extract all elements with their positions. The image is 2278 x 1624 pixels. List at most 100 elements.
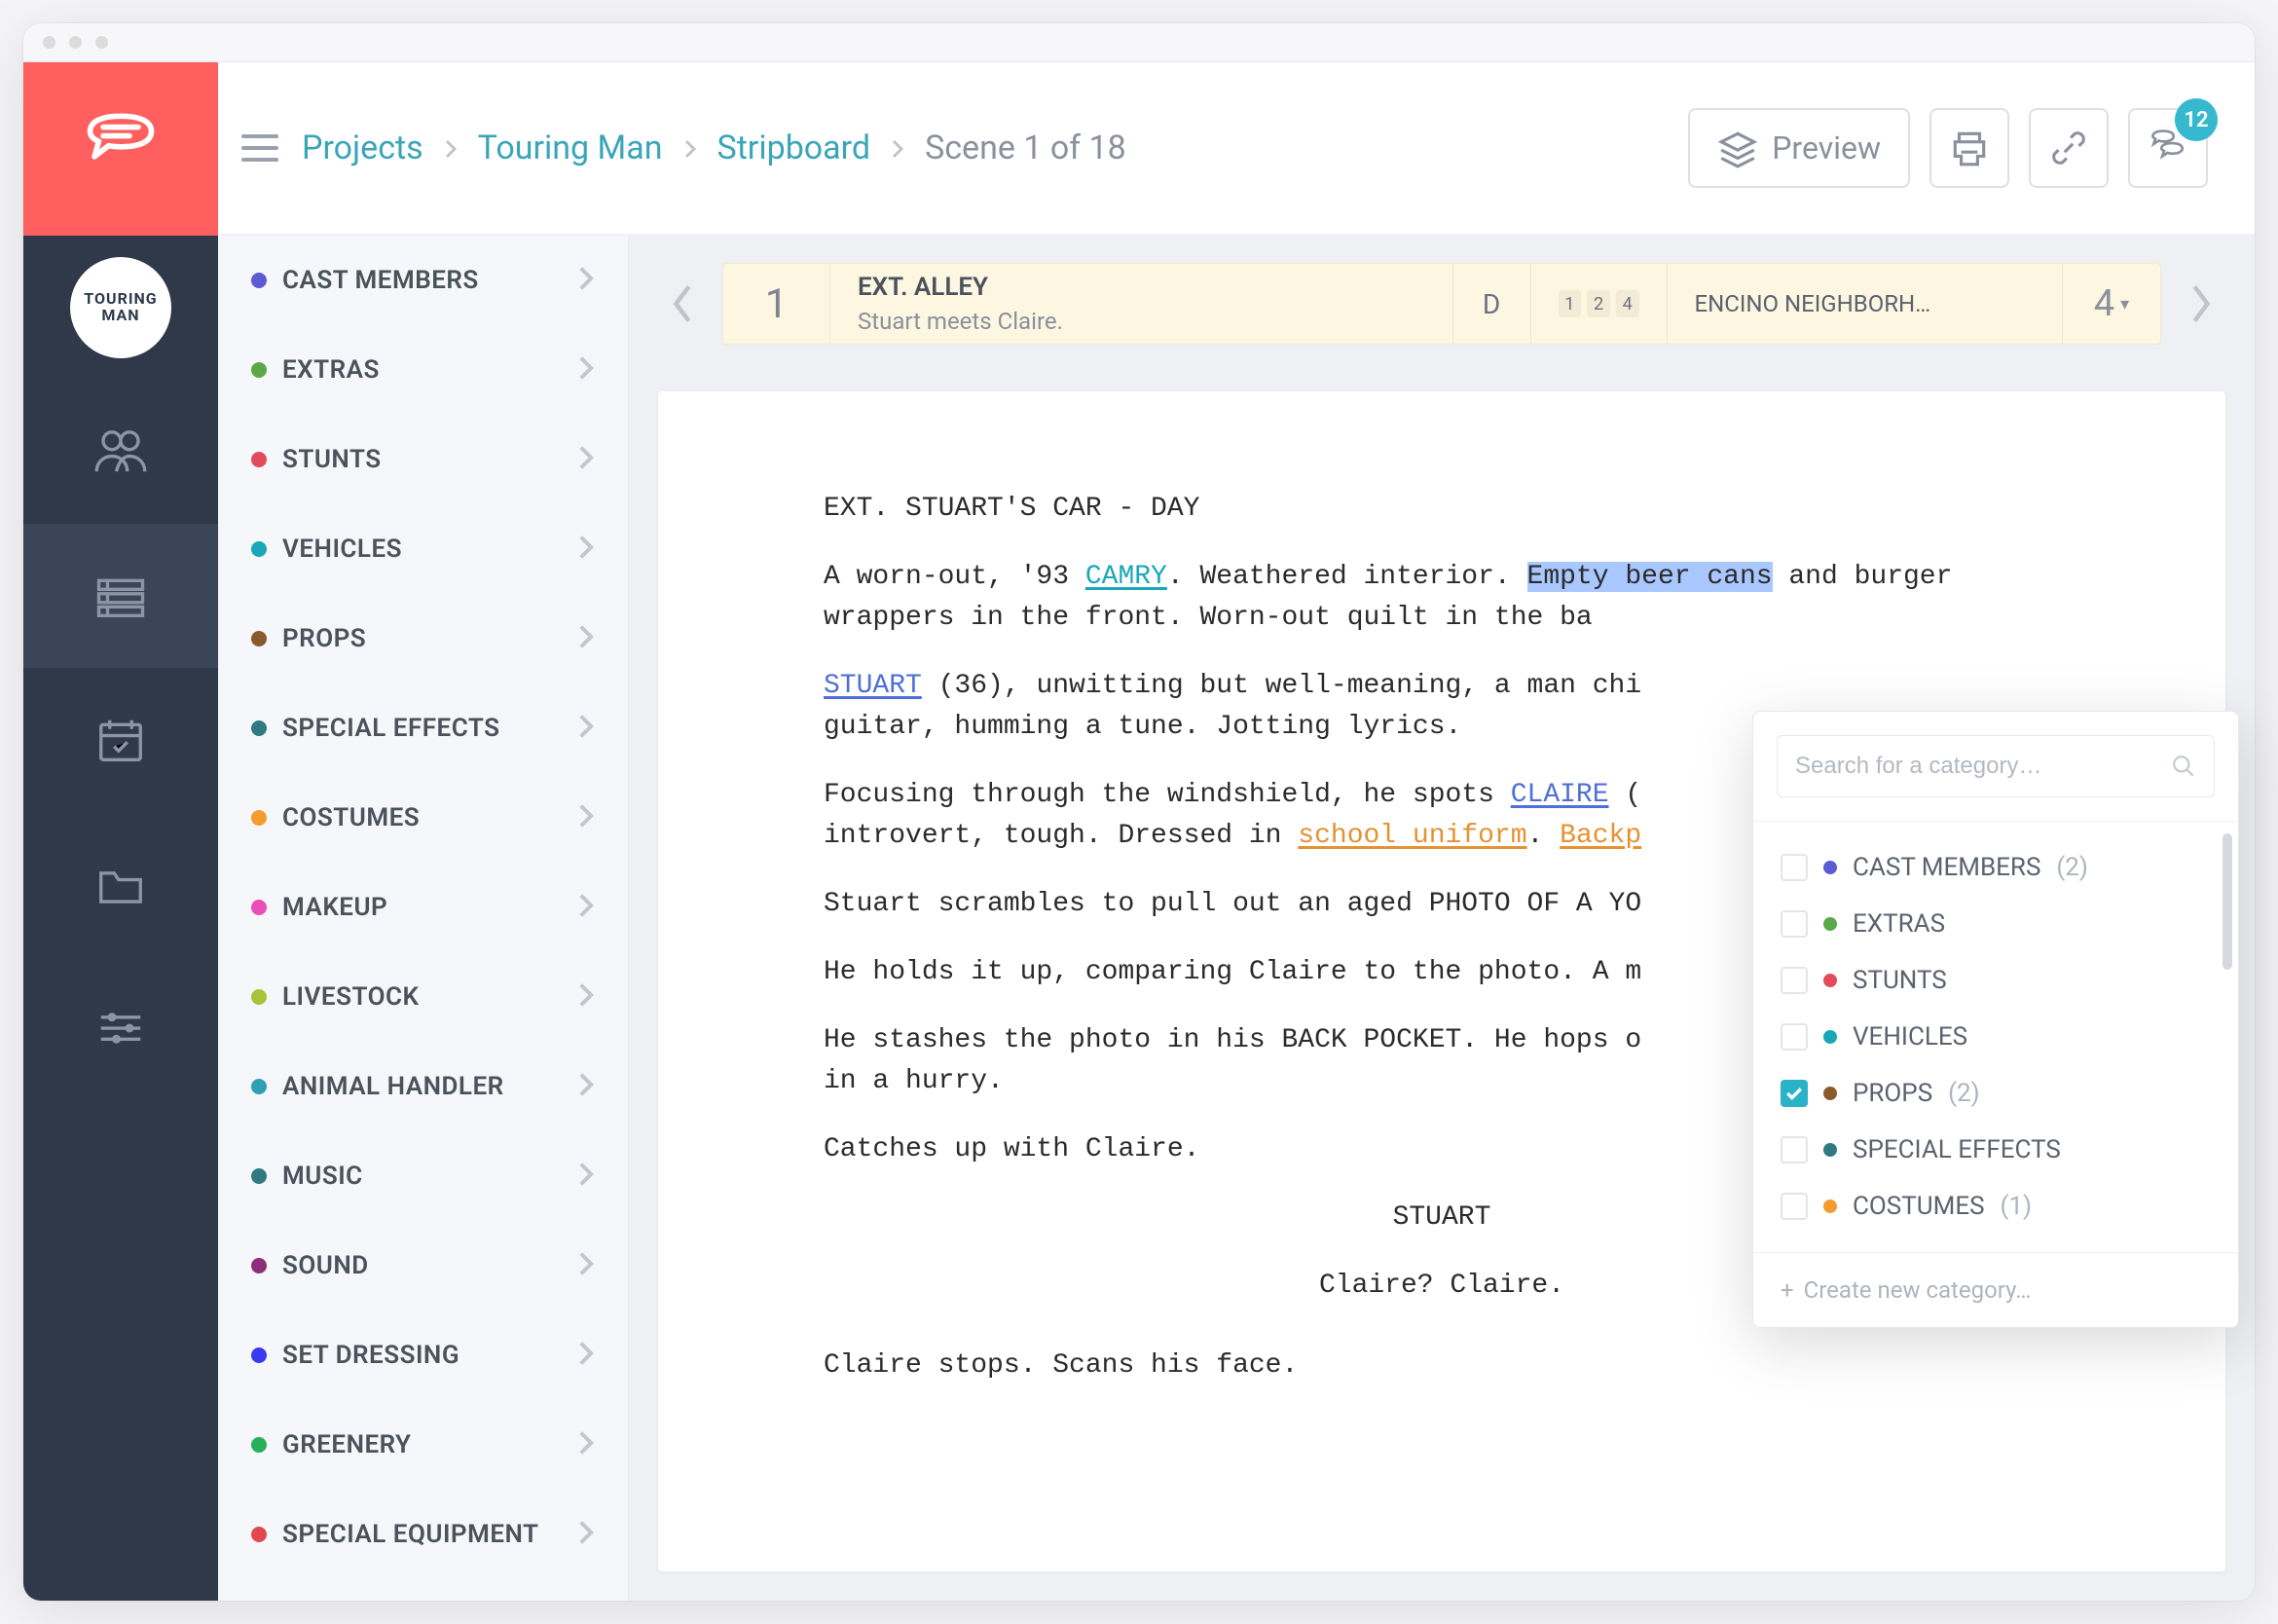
chevron-right-icon bbox=[577, 1072, 595, 1101]
tag-costume[interactable]: Backp bbox=[1560, 821, 1641, 851]
checkbox[interactable] bbox=[1781, 1023, 1808, 1051]
prev-scene-button[interactable] bbox=[658, 263, 707, 345]
left-rail: TOURING MAN bbox=[23, 62, 218, 1601]
category-label: PROPS bbox=[1853, 1079, 1932, 1108]
category-item[interactable]: MUSIC bbox=[218, 1131, 628, 1221]
character-chip: 4 bbox=[1616, 290, 1639, 317]
crumb-section[interactable]: Stripboard bbox=[717, 129, 871, 167]
tag-selected-prop[interactable]: Empty beer cans bbox=[1527, 562, 1773, 592]
crumb-project[interactable]: Touring Man bbox=[478, 129, 663, 167]
popover-category-item[interactable]: SPECIAL EFFECTS bbox=[1753, 1122, 2238, 1178]
checkbox[interactable] bbox=[1781, 854, 1808, 881]
category-item[interactable]: COSTUMES bbox=[218, 773, 628, 863]
window-titlebar bbox=[23, 23, 2255, 62]
tag-costume[interactable]: school uniform bbox=[1298, 821, 1526, 851]
category-label: COSTUMES bbox=[1853, 1192, 1985, 1221]
category-dot bbox=[251, 1168, 267, 1184]
checkbox[interactable] bbox=[1781, 1136, 1808, 1163]
category-item[interactable]: SPECIAL EFFECTS bbox=[218, 683, 628, 773]
category-item[interactable]: SOUND bbox=[218, 1221, 628, 1310]
category-item[interactable]: SET DRESSING bbox=[218, 1310, 628, 1400]
checkbox[interactable] bbox=[1781, 1080, 1808, 1107]
nav-settings[interactable] bbox=[23, 956, 218, 1100]
popover-category-item[interactable]: PROPS (2) bbox=[1753, 1065, 2238, 1122]
crumb-projects[interactable]: Projects bbox=[302, 129, 423, 167]
chevron-right-icon bbox=[680, 129, 700, 167]
chevron-right-icon bbox=[577, 803, 595, 832]
chevron-right-icon bbox=[888, 129, 907, 167]
crumb-current: Scene 1 of 18 bbox=[925, 129, 1126, 167]
create-category-button[interactable]: + Create new category… bbox=[1753, 1252, 2238, 1327]
popover-category-item[interactable]: EXTRAS bbox=[1753, 896, 2238, 952]
next-scene-button[interactable] bbox=[2177, 263, 2225, 345]
category-item[interactable]: MAKEUP bbox=[218, 863, 628, 952]
chevron-right-icon bbox=[2186, 282, 2217, 325]
category-item[interactable]: ANIMAL HANDLER bbox=[218, 1042, 628, 1131]
popover-category-item[interactable]: COSTUMES (1) bbox=[1753, 1178, 2238, 1235]
print-button[interactable] bbox=[1929, 108, 2009, 188]
scene-location: ENCINO NEIGHBORH… bbox=[1668, 264, 2064, 344]
category-item[interactable]: GREENERY bbox=[218, 1400, 628, 1490]
app-logo[interactable] bbox=[23, 62, 218, 236]
popover-category-item[interactable]: VEHICLES bbox=[1753, 1009, 2238, 1065]
character-chip: 2 bbox=[1587, 290, 1610, 317]
nav-people[interactable] bbox=[23, 380, 218, 524]
category-popover-list[interactable]: CAST MEMBERS (2) EXTRAS STUNTS VEHICLES … bbox=[1753, 821, 2238, 1252]
scene-slugline: EXT. ALLEY bbox=[858, 273, 988, 302]
category-label: STUNTS bbox=[282, 445, 562, 474]
tag-cast[interactable]: CLAIRE bbox=[1511, 780, 1609, 810]
create-category-label: Create new category… bbox=[1804, 1276, 2032, 1304]
window-close-dot[interactable] bbox=[43, 36, 55, 49]
nav-files[interactable] bbox=[23, 812, 218, 956]
category-item[interactable]: SPECIAL EQUIPMENT bbox=[218, 1490, 628, 1579]
scene-number: 1 bbox=[723, 264, 830, 344]
chevron-right-icon bbox=[577, 982, 595, 1012]
category-label: PROPS bbox=[282, 624, 562, 653]
category-item[interactable]: CAST MEMBERS bbox=[218, 236, 628, 325]
project-name-bottom: MAN bbox=[101, 308, 139, 324]
category-label: VEHICLES bbox=[1853, 1022, 1967, 1052]
preview-button[interactable]: Preview bbox=[1688, 108, 1910, 188]
category-item[interactable]: EXTRAS bbox=[218, 325, 628, 415]
window-min-dot[interactable] bbox=[69, 36, 82, 49]
chevron-right-icon bbox=[577, 445, 595, 474]
nav-calendar[interactable] bbox=[23, 668, 218, 812]
search-input[interactable] bbox=[1795, 753, 2161, 780]
category-sidebar[interactable]: CAST MEMBERS EXTRAS STUNTS VEHICLES PROP… bbox=[218, 236, 629, 1601]
tag-vehicle[interactable]: CAMRY bbox=[1085, 562, 1167, 592]
category-item[interactable]: VEHICLES bbox=[218, 504, 628, 594]
active-project-button[interactable]: TOURING MAN bbox=[23, 236, 218, 380]
checkbox[interactable] bbox=[1781, 1193, 1808, 1220]
scene-strip[interactable]: 1 EXT. ALLEY Stuart meets Claire. D 124 … bbox=[722, 263, 2161, 345]
chevron-right-icon bbox=[577, 1341, 595, 1370]
menu-toggle[interactable] bbox=[241, 134, 278, 162]
plus-icon: + bbox=[1781, 1276, 1794, 1304]
category-dot bbox=[251, 1347, 267, 1363]
checkbox[interactable] bbox=[1781, 967, 1808, 994]
tag-cast[interactable]: STUART bbox=[824, 671, 922, 701]
sliders-icon bbox=[94, 1002, 147, 1054]
category-count: (2) bbox=[2056, 853, 2088, 882]
category-dot bbox=[251, 1437, 267, 1453]
category-item[interactable]: LIVESTOCK bbox=[218, 952, 628, 1042]
nav-breakdown[interactable] bbox=[23, 524, 218, 668]
popover-category-item[interactable]: CAST MEMBERS (2) bbox=[1753, 839, 2238, 896]
comments-button[interactable]: 12 bbox=[2128, 108, 2208, 188]
category-dot bbox=[251, 900, 267, 915]
scene-eighths[interactable]: 4 ▾ bbox=[2063, 264, 2160, 344]
category-item[interactable]: PROPS bbox=[218, 594, 628, 683]
category-search[interactable] bbox=[1777, 735, 2215, 797]
window-max-dot[interactable] bbox=[95, 36, 108, 49]
link-button[interactable] bbox=[2029, 108, 2109, 188]
popover-category-item[interactable]: STUNTS bbox=[1753, 952, 2238, 1009]
breadcrumb: Projects Touring Man Stripboard Scene 1 … bbox=[302, 129, 1126, 167]
scene-day-night: D bbox=[1453, 264, 1531, 344]
category-item[interactable]: STUNTS bbox=[218, 415, 628, 504]
chevron-left-icon bbox=[667, 282, 698, 325]
scene-characters: 124 bbox=[1531, 264, 1668, 344]
layers-icon bbox=[1717, 128, 1758, 168]
chevron-right-icon bbox=[577, 535, 595, 564]
category-dot bbox=[251, 541, 267, 557]
checkbox[interactable] bbox=[1781, 910, 1808, 938]
chevron-down-icon: ▾ bbox=[2120, 294, 2129, 314]
